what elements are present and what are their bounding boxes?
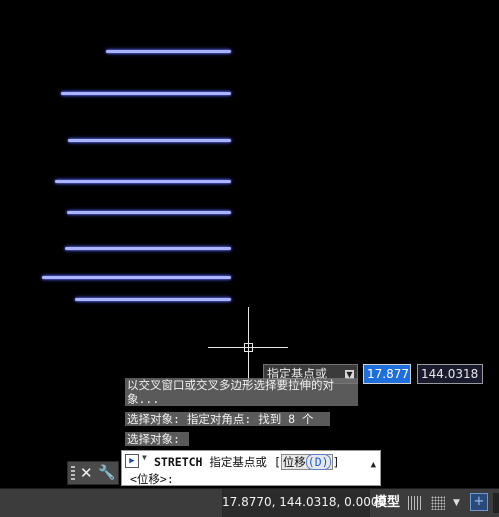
selected-line[interactable]	[75, 298, 231, 301]
pickbox-cursor	[244, 343, 253, 352]
command-prompt-line: STRETCH 指定基点或 [位移 (D)]	[154, 454, 340, 470]
command-history-line: 以交叉窗口或交叉多边形选择要拉伸的对象...	[125, 378, 358, 406]
dynamic-input-x-field[interactable]: 17.877	[363, 364, 411, 384]
option-label: 位移	[282, 455, 306, 469]
selected-line[interactable]	[55, 180, 231, 183]
ortho-mode-icon[interactable]: +	[470, 493, 488, 511]
drag-grip-handle[interactable]	[71, 466, 75, 482]
selected-line[interactable]	[61, 92, 231, 95]
selected-line[interactable]	[67, 211, 231, 214]
model-space-button[interactable]: 模型	[372, 493, 402, 513]
close-icon[interactable]: ✕	[80, 464, 94, 482]
selected-line[interactable]	[106, 50, 231, 53]
command-line-input[interactable]: ▶ ▼ STRETCH 指定基点或 [位移 (D)] <位移>: ▲	[121, 450, 381, 486]
command-icon[interactable]: ▶	[125, 454, 139, 468]
grid-display-icon[interactable]	[408, 496, 422, 510]
coordinates-readout[interactable]: 17.8770, 144.0318, 0.0000	[222, 489, 386, 517]
command-prompt-default: <位移>:	[130, 472, 174, 486]
drawing-canvas[interactable]: 指定基点或 ▼ 17.877 144.0318 以交叉窗口或交叉多边形选择要拉伸…	[0, 0, 499, 488]
command-prompt-text: 指定基点或	[209, 455, 267, 469]
selected-line[interactable]	[68, 139, 231, 142]
command-line-toolbar: ✕ 🔧	[67, 461, 119, 485]
selected-line[interactable]	[65, 247, 231, 250]
command-history-line: 选择对象:	[125, 432, 189, 446]
snap-dropdown-icon[interactable]: ▼	[453, 493, 463, 513]
option-key: (D)	[305, 454, 331, 470]
selected-line[interactable]	[42, 276, 231, 279]
command-history-line: 选择对象: 指定对角点: 找到 8 个	[125, 412, 330, 426]
snap-mode-icon[interactable]	[431, 496, 445, 510]
wrench-icon[interactable]: 🔧	[98, 464, 116, 482]
close-bracket: ]	[332, 455, 340, 469]
dynamic-input-y-field[interactable]: 144.0318	[417, 364, 483, 384]
status-bar: 17.8770, 144.0318, 0.0000 模型 ▼ +	[0, 488, 499, 517]
recent-commands-dropdown-icon[interactable]: ▼	[142, 453, 147, 462]
option-displacement[interactable]: 位移 (D)	[280, 454, 333, 470]
open-bracket: [	[273, 455, 281, 469]
status-bar-overflow	[493, 493, 499, 513]
command-name: STRETCH	[154, 455, 203, 469]
history-scroll-up-icon[interactable]: ▲	[371, 460, 376, 470]
